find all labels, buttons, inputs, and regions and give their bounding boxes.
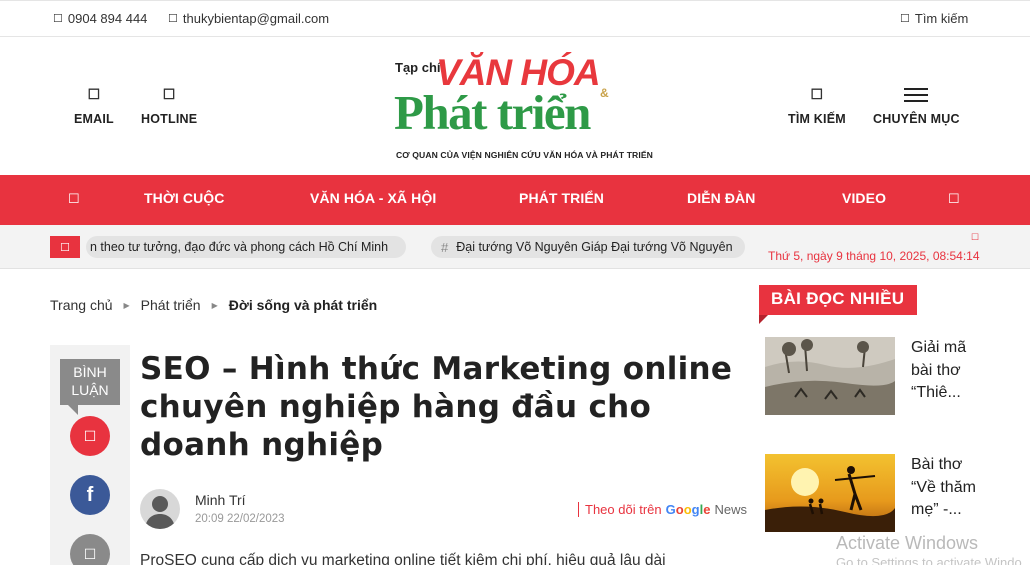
comment-button[interactable]: ☐ xyxy=(70,416,110,456)
breadcrumb-section[interactable]: Phát triển xyxy=(141,297,201,313)
current-date: Thứ 5, ngày 9 tháng 10, 2025, 08:54:14 xyxy=(768,249,980,263)
nav-item-phat-trien[interactable]: PHÁT TRIỂN xyxy=(519,190,604,206)
activate-windows-subtitle: Go to Settings to activate Windo xyxy=(836,555,1022,565)
hotline-button-label: HOTLINE xyxy=(141,112,198,126)
breadcrumb-home[interactable]: Trang chủ xyxy=(50,297,113,313)
category-menu-label: CHUYÊN MỤC xyxy=(873,112,960,126)
google-news-follow[interactable]: Theo dõi trên Google News xyxy=(578,502,747,517)
header-search-button[interactable]: ☐ TÌM KIẾM xyxy=(788,86,846,126)
caret-right-icon: ▶ xyxy=(211,300,218,310)
email-button[interactable]: ☐ EMAIL xyxy=(74,86,114,126)
share-sidebar: BÌNH LUẬN ☐ f ☐ xyxy=(50,345,130,565)
ticker-item[interactable]: # Đại tướng Võ Nguyên Giáp Đại tướng Võ … xyxy=(431,236,745,258)
ticker-item-text: n theo tư tưởng, đạo đức và phong cách H… xyxy=(90,240,389,254)
comment-icon: ☐ xyxy=(83,427,97,444)
nav-item-dien-dan[interactable]: DIỄN ĐÀN xyxy=(687,190,755,206)
search-icon: ☐ xyxy=(810,86,824,102)
breadcrumb: Trang chủ ▶ Phát triển ▶ Đời sống và phá… xyxy=(50,297,377,313)
author-name[interactable]: Minh Trí xyxy=(195,492,246,508)
site-logo[interactable]: Tạp chí VĂN HÓA & Phát triển CƠ QUAN CỦA… xyxy=(390,52,653,164)
most-read-thumbnail[interactable] xyxy=(765,454,895,532)
phone-number: 0904 894 444 xyxy=(67,11,148,26)
category-menu-button[interactable]: CHUYÊN MỤC xyxy=(873,86,960,126)
publish-date: 20:09 22/02/2023 xyxy=(195,513,285,525)
phone-icon: ☐ xyxy=(53,13,63,25)
search-icon: ☐ xyxy=(900,13,910,25)
logo-ampersand: & xyxy=(600,86,609,100)
ticker-badge-icon: ☐ xyxy=(50,236,80,258)
facebook-icon: f xyxy=(86,483,94,506)
home-icon[interactable]: ☐ xyxy=(68,191,80,207)
top-search-label: Tìm kiếm xyxy=(914,11,969,26)
news-label: News xyxy=(714,502,747,517)
hotline-button[interactable]: ☐ HOTLINE xyxy=(141,86,197,126)
nav-more-icon[interactable]: ☐ xyxy=(948,191,960,207)
envelope-icon: ☐ xyxy=(87,86,101,102)
logo-subtitle: CƠ QUAN CỦA VIỆN NGHIÊN CỨU VĂN HÓA VÀ P… xyxy=(396,150,653,160)
activate-windows-title: Activate Windows xyxy=(836,533,979,553)
envelope-icon: ☐ xyxy=(168,13,178,25)
email-address: thukybientap@gmail.com xyxy=(182,11,330,26)
nav-item-van-hoa-xa-hoi[interactable]: VĂN HÓA - XÃ HỘI xyxy=(310,190,436,206)
most-read-title[interactable]: Giải mã bài thơ “Thiê... xyxy=(911,337,991,405)
logo-phattrien: Phát triển xyxy=(394,85,591,140)
logo-tapchi: Tạp chí xyxy=(395,60,441,75)
comment-label-line2: LUẬN xyxy=(71,382,109,398)
google-logo: Google xyxy=(665,502,711,517)
hashtag-icon: # xyxy=(441,239,449,255)
phone-contact[interactable]: ☐ 0904 894 444 xyxy=(53,11,147,26)
google-letter: G xyxy=(665,502,676,517)
phone-icon: ☐ xyxy=(162,86,176,102)
most-read-thumbnail[interactable] xyxy=(765,337,895,415)
site-header: ☐ EMAIL ☐ HOTLINE Tạp chí VĂN HÓA & Phát… xyxy=(0,38,1030,175)
author-avatar xyxy=(140,489,180,529)
comment-count-badge[interactable]: BÌNH LUẬN xyxy=(60,359,120,415)
main-nav: ☐ THỜI CUỘC VĂN HÓA - XÃ HỘI PHÁT TRIỂN … xyxy=(0,175,1030,225)
comment-label-line1: BÌNH xyxy=(73,364,107,380)
email-contact[interactable]: ☐ thukybientap@gmail.com xyxy=(168,11,329,26)
article-title: SEO – Hình thức Marketing online chuyên … xyxy=(140,351,733,463)
nav-item-video[interactable]: VIDEO xyxy=(842,190,886,206)
breadcrumb-current[interactable]: Đời sống và phát triển xyxy=(229,297,377,313)
most-read-title[interactable]: Bài thơ “Về thăm mẹ” -... xyxy=(911,454,991,522)
hamburger-icon xyxy=(904,88,929,102)
print-icon: ☐ xyxy=(83,545,97,562)
ticker-item[interactable]: n theo tư tưởng, đạo đức và phong cách H… xyxy=(86,236,406,258)
news-ticker: ☐ n theo tư tưởng, đạo đức và phong cách… xyxy=(0,225,1030,269)
top-search-link[interactable]: ☐ Tìm kiếm xyxy=(900,11,968,26)
header-search-label: TÌM KIẾM xyxy=(788,112,846,126)
follow-label: Theo dõi trên xyxy=(585,502,662,517)
ticker-item-text: Đại tướng Võ Nguyên Giáp Đại tướng Võ Ng… xyxy=(456,240,733,254)
facebook-share-button[interactable]: f xyxy=(70,475,110,515)
caret-right-icon: ▶ xyxy=(123,300,130,310)
article-lead: ProSEO cung cấp dịch vụ marketing online… xyxy=(140,552,666,565)
nav-item-thoi-cuoc[interactable]: THỜI CUỘC xyxy=(144,190,225,206)
email-button-label: EMAIL xyxy=(74,112,114,126)
top-bar: ☐ 0904 894 444 ☐ thukybientap@gmail.com … xyxy=(0,0,1030,37)
most-read-heading: BÀI ĐỌC NHIỀU xyxy=(759,285,918,324)
print-button[interactable]: ☐ xyxy=(70,534,110,565)
calendar-icon: ☐ xyxy=(971,232,980,242)
